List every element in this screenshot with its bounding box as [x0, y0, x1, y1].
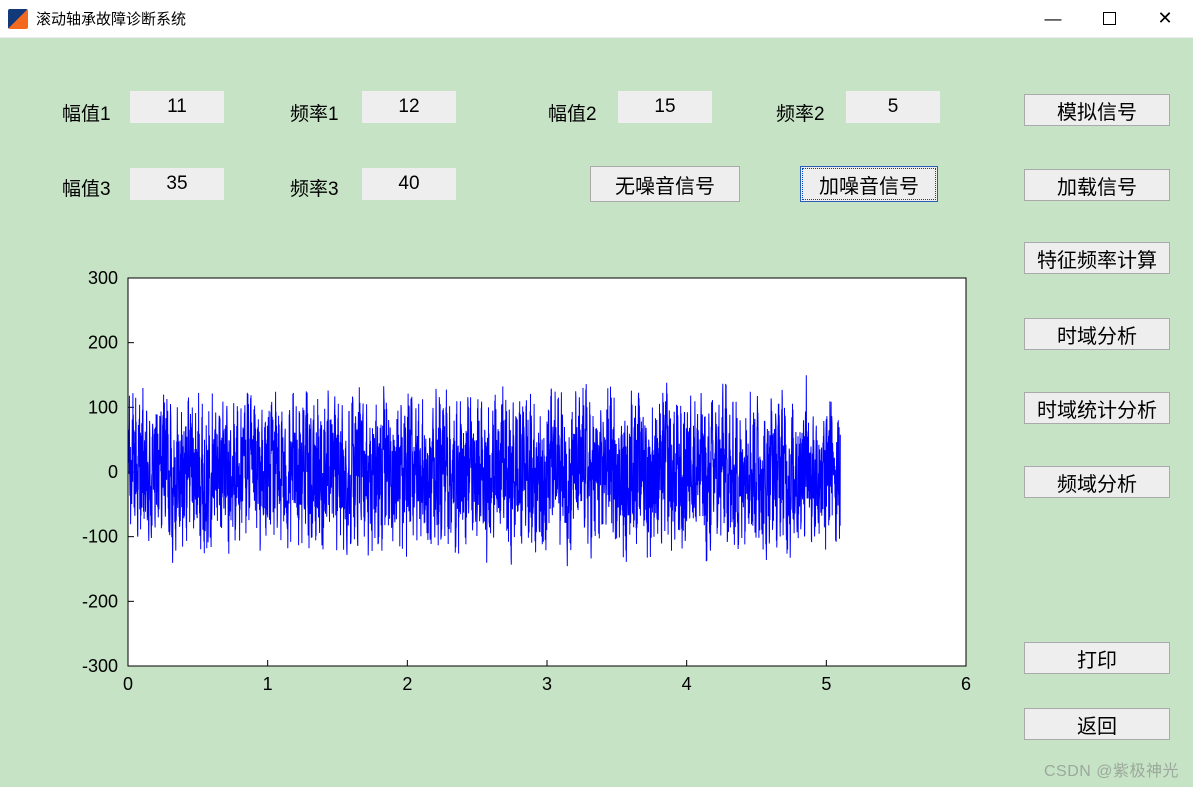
feat-freq-button[interactable]: 特征频率计算: [1024, 242, 1170, 274]
svg-text:6: 6: [961, 674, 971, 694]
input-freq3[interactable]: 40: [362, 168, 456, 200]
input-amp2[interactable]: 15: [618, 91, 712, 123]
matlab-icon: [8, 9, 28, 29]
time-analysis-button[interactable]: 时域分析: [1024, 318, 1170, 350]
label-freq2: 频率2: [776, 99, 825, 126]
svg-text:100: 100: [88, 397, 118, 417]
with-noise-button[interactable]: 加噪音信号: [800, 166, 938, 202]
signal-plot-svg: 0 1 2 3 4 5 6 -300 -200 -100 0 100 200 300: [72, 260, 980, 720]
main-panel: 幅值1 11 频率1 12 幅值2 15 频率2 5 幅值3 35 频率3 40…: [0, 38, 1193, 787]
svg-text:-200: -200: [82, 591, 118, 611]
print-button[interactable]: 打印: [1024, 642, 1170, 674]
no-noise-button[interactable]: 无噪音信号: [590, 166, 740, 202]
svg-text:3: 3: [542, 674, 552, 694]
label-freq3: 频率3: [290, 174, 339, 201]
input-freq2[interactable]: 5: [846, 91, 940, 123]
svg-text:4: 4: [682, 674, 692, 694]
close-button[interactable]: ✕: [1137, 0, 1193, 37]
input-freq1[interactable]: 12: [362, 91, 456, 123]
svg-text:0: 0: [123, 674, 133, 694]
window-title: 滚动轴承故障诊断系统: [36, 8, 186, 29]
minimize-button[interactable]: —: [1025, 0, 1081, 37]
input-amp1[interactable]: 11: [130, 91, 224, 123]
svg-text:-300: -300: [82, 656, 118, 676]
load-button[interactable]: 加载信号: [1024, 169, 1170, 201]
input-amp3[interactable]: 35: [130, 168, 224, 200]
label-amp2: 幅值2: [548, 99, 597, 126]
simulate-button[interactable]: 模拟信号: [1024, 94, 1170, 126]
maximize-button[interactable]: [1081, 0, 1137, 37]
label-freq1: 频率1: [290, 99, 339, 126]
svg-text:0: 0: [108, 462, 118, 482]
label-amp1: 幅值1: [62, 99, 111, 126]
svg-text:300: 300: [88, 268, 118, 288]
svg-text:200: 200: [88, 333, 118, 353]
signal-axes: 0 1 2 3 4 5 6 -300 -200 -100 0 100 200 300: [72, 260, 980, 720]
time-stat-button[interactable]: 时域统计分析: [1024, 392, 1170, 424]
freq-analysis-button[interactable]: 频域分析: [1024, 466, 1170, 498]
titlebar: 滚动轴承故障诊断系统 — ✕: [0, 0, 1193, 38]
svg-text:5: 5: [821, 674, 831, 694]
svg-text:1: 1: [263, 674, 273, 694]
window-controls: — ✕: [1025, 0, 1193, 37]
app-window: 滚动轴承故障诊断系统 — ✕ 幅值1 11 频率1 12 幅值2 15 频率2 …: [0, 0, 1193, 787]
label-amp3: 幅值3: [62, 174, 111, 201]
svg-text:-100: -100: [82, 527, 118, 547]
svg-text:2: 2: [402, 674, 412, 694]
back-button[interactable]: 返回: [1024, 708, 1170, 740]
watermark: CSDN @紫极神光: [1044, 757, 1179, 781]
